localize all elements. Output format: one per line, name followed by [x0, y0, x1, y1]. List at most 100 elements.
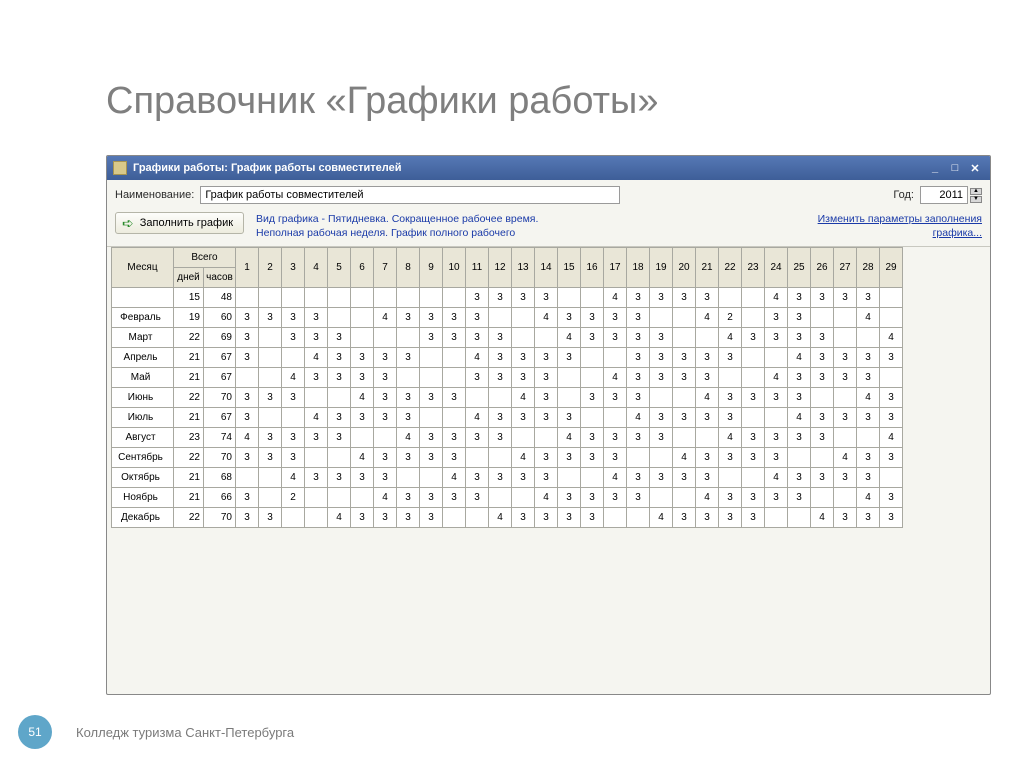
day-cell[interactable]: 4: [374, 308, 397, 328]
day-cell[interactable]: [512, 328, 535, 348]
days-cell[interactable]: 15: [174, 288, 204, 308]
day-cell[interactable]: 3: [880, 348, 903, 368]
day-cell[interactable]: [259, 408, 282, 428]
day-cell[interactable]: [397, 468, 420, 488]
day-cell[interactable]: 3: [397, 308, 420, 328]
day-cell[interactable]: [259, 348, 282, 368]
day-cell[interactable]: 3: [834, 508, 857, 528]
day-cell[interactable]: [374, 288, 397, 308]
day-cell[interactable]: [742, 408, 765, 428]
day-cell[interactable]: [811, 448, 834, 468]
hours-cell[interactable]: 67: [204, 408, 236, 428]
day-cell[interactable]: 4: [489, 508, 512, 528]
day-cell[interactable]: [420, 408, 443, 428]
hours-cell[interactable]: 70: [204, 508, 236, 528]
day-cell[interactable]: 3: [650, 288, 673, 308]
day-cell[interactable]: 4: [535, 488, 558, 508]
day-cell[interactable]: 3: [650, 428, 673, 448]
day-cell[interactable]: [604, 408, 627, 428]
days-cell[interactable]: 19: [174, 308, 204, 328]
month-cell[interactable]: Февраль: [112, 308, 174, 328]
day-cell[interactable]: 3: [351, 348, 374, 368]
day-cell[interactable]: 4: [328, 508, 351, 528]
day-cell[interactable]: [259, 468, 282, 488]
day-cell[interactable]: [236, 368, 259, 388]
day-cell[interactable]: 3: [811, 428, 834, 448]
day-cell[interactable]: [581, 348, 604, 368]
maximize-button[interactable]: □: [946, 160, 964, 176]
hours-cell[interactable]: 60: [204, 308, 236, 328]
day-cell[interactable]: 3: [696, 348, 719, 368]
day-cell[interactable]: 4: [604, 288, 627, 308]
day-cell[interactable]: [788, 448, 811, 468]
day-cell[interactable]: 3: [650, 408, 673, 428]
day-cell[interactable]: [351, 328, 374, 348]
day-cell[interactable]: 3: [604, 388, 627, 408]
day-cell[interactable]: [880, 368, 903, 388]
day-cell[interactable]: 4: [788, 408, 811, 428]
day-cell[interactable]: 3: [420, 508, 443, 528]
day-cell[interactable]: 3: [236, 348, 259, 368]
day-cell[interactable]: 3: [811, 288, 834, 308]
day-cell[interactable]: [489, 308, 512, 328]
day-cell[interactable]: 3: [765, 448, 788, 468]
day-cell[interactable]: 3: [673, 348, 696, 368]
day-cell[interactable]: 3: [351, 468, 374, 488]
day-cell[interactable]: [834, 388, 857, 408]
day-cell[interactable]: [719, 368, 742, 388]
day-cell[interactable]: 3: [259, 308, 282, 328]
day-cell[interactable]: 3: [627, 288, 650, 308]
day-cell[interactable]: 3: [236, 328, 259, 348]
month-cell[interactable]: Август: [112, 428, 174, 448]
day-cell[interactable]: 4: [558, 328, 581, 348]
day-cell[interactable]: 3: [535, 388, 558, 408]
day-cell[interactable]: 3: [489, 468, 512, 488]
day-cell[interactable]: 3: [328, 328, 351, 348]
day-cell[interactable]: [512, 488, 535, 508]
day-cell[interactable]: 3: [604, 308, 627, 328]
hours-cell[interactable]: 48: [204, 288, 236, 308]
day-cell[interactable]: 3: [443, 488, 466, 508]
day-cell[interactable]: 3: [604, 428, 627, 448]
day-cell[interactable]: [742, 288, 765, 308]
day-cell[interactable]: 4: [351, 448, 374, 468]
day-cell[interactable]: 3: [834, 408, 857, 428]
day-cell[interactable]: 4: [282, 368, 305, 388]
day-cell[interactable]: 4: [696, 388, 719, 408]
day-cell[interactable]: [420, 368, 443, 388]
day-cell[interactable]: [673, 308, 696, 328]
day-cell[interactable]: 3: [834, 288, 857, 308]
hours-cell[interactable]: 66: [204, 488, 236, 508]
day-cell[interactable]: 3: [305, 328, 328, 348]
day-cell[interactable]: 4: [696, 308, 719, 328]
day-cell[interactable]: 3: [420, 328, 443, 348]
day-cell[interactable]: [650, 448, 673, 468]
day-cell[interactable]: 3: [834, 348, 857, 368]
day-cell[interactable]: 3: [328, 348, 351, 368]
day-cell[interactable]: 3: [397, 348, 420, 368]
day-cell[interactable]: [719, 468, 742, 488]
hours-cell[interactable]: 67: [204, 368, 236, 388]
day-cell[interactable]: 4: [443, 468, 466, 488]
day-cell[interactable]: [259, 288, 282, 308]
day-cell[interactable]: 3: [305, 428, 328, 448]
day-cell[interactable]: 4: [236, 428, 259, 448]
day-cell[interactable]: 3: [627, 308, 650, 328]
day-cell[interactable]: 2: [719, 308, 742, 328]
day-cell[interactable]: 4: [466, 408, 489, 428]
day-cell[interactable]: 3: [259, 508, 282, 528]
day-cell[interactable]: 3: [765, 388, 788, 408]
day-cell[interactable]: 3: [466, 468, 489, 488]
day-cell[interactable]: 3: [788, 428, 811, 448]
day-cell[interactable]: [512, 308, 535, 328]
hours-cell[interactable]: 70: [204, 388, 236, 408]
year-input[interactable]: [920, 186, 968, 204]
day-cell[interactable]: [834, 328, 857, 348]
day-cell[interactable]: [742, 468, 765, 488]
day-cell[interactable]: 3: [627, 368, 650, 388]
day-cell[interactable]: 3: [397, 508, 420, 528]
hours-cell[interactable]: 67: [204, 348, 236, 368]
day-cell[interactable]: 4: [788, 348, 811, 368]
day-cell[interactable]: [328, 308, 351, 328]
day-cell[interactable]: 3: [581, 388, 604, 408]
